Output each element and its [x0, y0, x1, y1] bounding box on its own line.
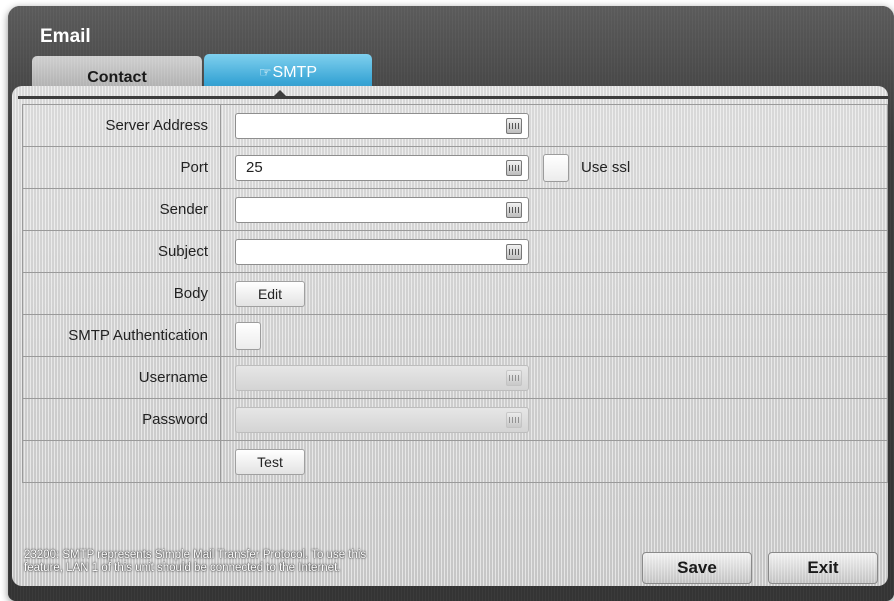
row-port: Port 25 Use ssl	[22, 146, 888, 189]
edit-body-button[interactable]: Edit	[235, 280, 305, 307]
row-subject: Subject	[22, 230, 888, 273]
keyboard-icon	[506, 369, 522, 386]
row-server-address: Server Address	[22, 104, 888, 147]
port-value: 25	[246, 159, 263, 176]
use-ssl-checkbox[interactable]	[543, 153, 569, 182]
subject-label: Subject	[22, 230, 221, 273]
keyboard-icon[interactable]	[506, 243, 522, 260]
row-body: Body Edit	[22, 272, 888, 315]
active-tab-indicator	[274, 90, 286, 96]
smtp-settings-form: Server Address Port 25 Use ssl Sender Su…	[22, 104, 888, 483]
keyboard-icon	[506, 411, 522, 428]
port-input[interactable]: 25	[235, 154, 529, 181]
row-username: Username	[22, 356, 888, 399]
panel-divider	[18, 96, 888, 99]
window-title: Email	[40, 26, 91, 47]
help-note-line-1: 23200: SMTP represents Simple Mail Trans…	[24, 549, 367, 561]
pointer-cursor-icon: ☞	[258, 64, 272, 80]
smtp-authentication-checkbox[interactable]	[235, 321, 261, 350]
sender-input[interactable]	[235, 196, 529, 223]
keyboard-icon[interactable]	[506, 159, 522, 176]
username-input[interactable]	[235, 364, 529, 391]
port-label: Port	[22, 146, 221, 189]
test-button[interactable]: Test	[235, 448, 305, 475]
help-note: 23200: SMTP represents Simple Mail Trans…	[24, 549, 544, 575]
exit-button[interactable]: Exit	[768, 552, 878, 584]
row-smtp-authentication: SMTP Authentication	[22, 314, 888, 357]
row-password: Password	[22, 398, 888, 441]
sender-label: Sender	[22, 188, 221, 231]
help-note-line-2: feature, LAN 1 of this unit should be co…	[24, 562, 341, 574]
save-button[interactable]: Save	[642, 552, 752, 584]
password-input[interactable]	[235, 406, 529, 433]
tab-smtp-label: SMTP	[272, 64, 317, 81]
password-label: Password	[22, 398, 221, 441]
keyboard-icon[interactable]	[506, 117, 522, 134]
tab-contact-label: Contact	[87, 69, 147, 86]
smtp-authentication-label: SMTP Authentication	[22, 314, 221, 357]
username-label: Username	[22, 356, 221, 399]
keyboard-icon[interactable]	[506, 201, 522, 218]
body-label: Body	[22, 272, 221, 315]
subject-input[interactable]	[235, 238, 529, 265]
server-address-label: Server Address	[22, 104, 221, 147]
server-address-input[interactable]	[235, 112, 529, 139]
use-ssl-label: Use ssl	[581, 159, 631, 176]
row-test: Test	[22, 440, 888, 483]
row-sender: Sender	[22, 188, 888, 231]
